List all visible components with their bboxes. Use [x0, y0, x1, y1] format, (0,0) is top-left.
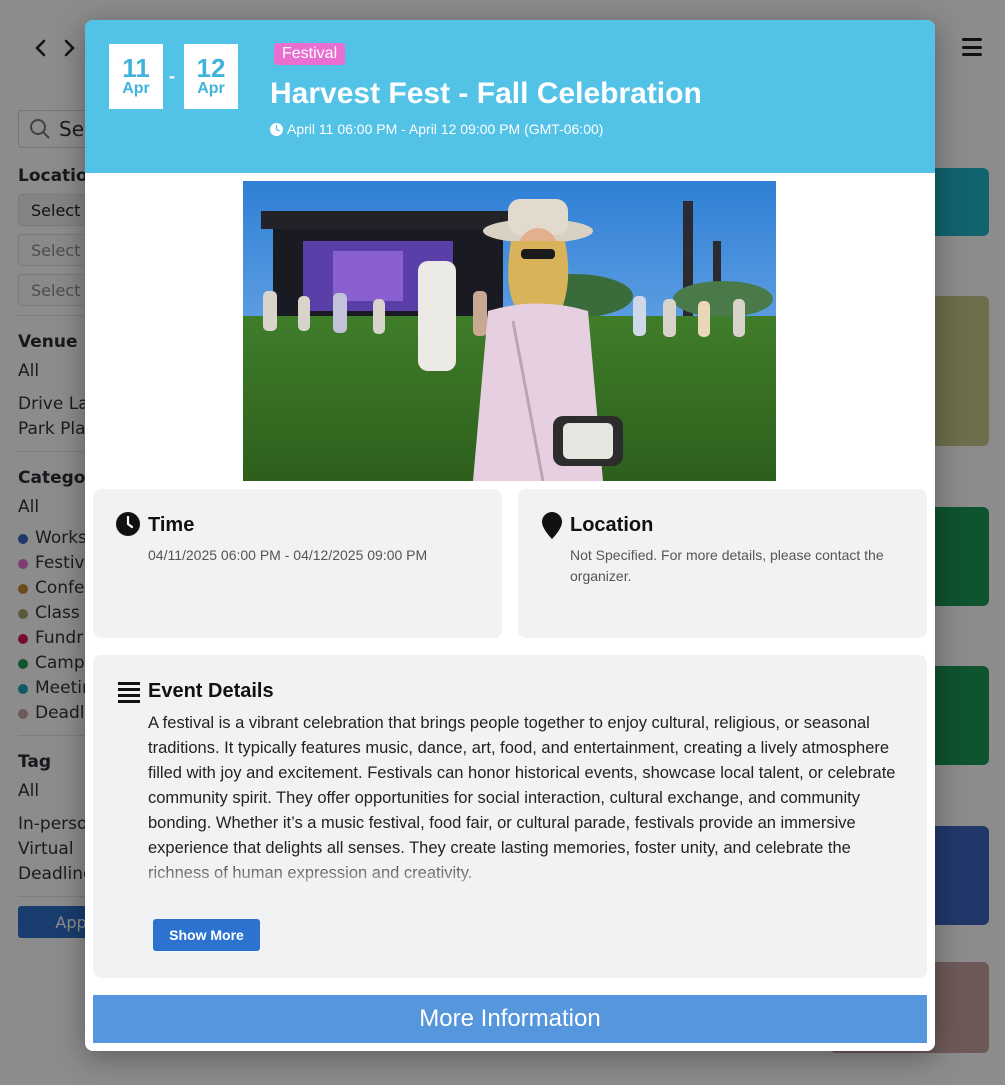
end-date-box: 12 Apr — [184, 44, 238, 109]
category-tag: Festival — [274, 43, 346, 65]
event-photo — [243, 181, 776, 481]
map-pin-icon — [542, 512, 562, 539]
date-separator: - — [169, 66, 175, 86]
start-date-box: 11 Apr — [109, 44, 163, 109]
time-panel: Time 04/11/2025 06:00 PM - 04/12/2025 09… — [93, 489, 502, 638]
clock-icon — [116, 512, 140, 536]
event-title: Harvest Fest - Fall Celebration — [270, 77, 702, 110]
modal-header: 11 Apr - 12 Apr Festival Harvest Fest - … — [85, 20, 935, 173]
location-panel-title: Location — [570, 514, 654, 536]
event-detail-modal: 11 Apr - 12 Apr Festival Harvest Fest - … — [85, 20, 935, 1051]
show-more-button[interactable]: Show More — [153, 919, 260, 951]
event-date-range: April 11 06:00 PM - April 12 09:00 PM (G… — [270, 121, 603, 137]
time-panel-title: Time — [148, 514, 195, 536]
more-information-button[interactable]: More Information — [93, 995, 927, 1043]
time-panel-value: 04/11/2025 06:00 PM - 04/12/2025 09:00 P… — [148, 547, 428, 563]
location-panel-value: Not Specified. For more details, please … — [570, 547, 884, 584]
clock-icon — [270, 122, 283, 136]
event-details-title: Event Details — [148, 680, 274, 702]
start-month: Apr — [122, 79, 150, 97]
date-range-text: April 11 06:00 PM - April 12 09:00 PM (G… — [287, 121, 604, 137]
list-icon — [118, 682, 140, 703]
end-month: Apr — [197, 79, 225, 97]
location-panel: Location Not Specified. For more details… — [518, 489, 927, 638]
start-day: 11 — [122, 52, 150, 83]
event-details-panel: Event Details A festival is a vibrant ce… — [93, 655, 927, 978]
text-fade-overlay — [148, 857, 908, 887]
end-day: 12 — [196, 52, 226, 83]
